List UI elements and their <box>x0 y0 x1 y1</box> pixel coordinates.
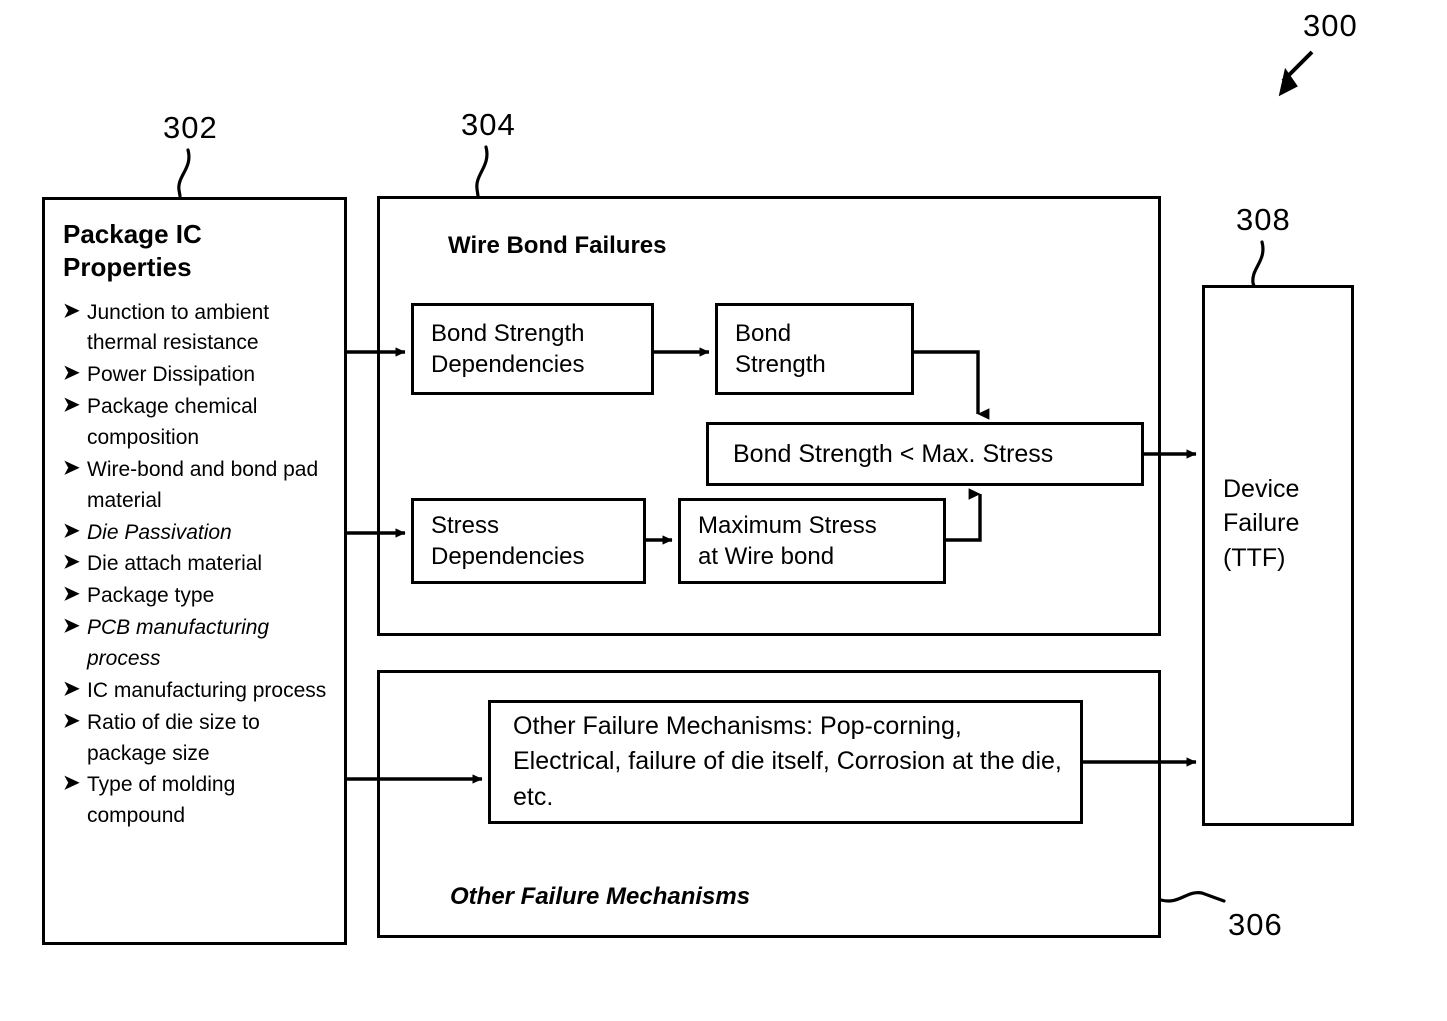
property-list-item-label: Power Dissipation <box>87 363 256 387</box>
bullet-arrow-icon: ➤ <box>63 709 80 732</box>
other-failure-mechanisms-label: Other Failure Mechanisms: Pop-corning, E… <box>513 711 1062 811</box>
bullet-arrow-icon: ➤ <box>63 551 80 574</box>
package-ic-properties-list: ➤ Junction to ambient thermal resistance ➤… <box>63 298 334 833</box>
property-list-item: ➤ Type of molding compound <box>63 770 334 832</box>
ref-number-300: 300 <box>1303 8 1358 43</box>
bond-strength-box: Bond Strength <box>715 303 914 395</box>
bullet-arrow-icon: ➤ <box>63 456 80 479</box>
other-failure-mechanisms-box: Other Failure Mechanisms: Pop-corning, E… <box>488 700 1083 824</box>
bullet-arrow-icon: ➤ <box>63 299 80 322</box>
leader-308 <box>1251 240 1265 288</box>
bond-strength-label: Bond Strength <box>735 319 826 378</box>
property-list-item-label: Wire-bond and bond pad material <box>87 457 319 512</box>
property-list-item: ➤ Package type <box>63 581 334 612</box>
comparator-label: Bond Strength < Max. Stress <box>733 439 1054 468</box>
figure-canvas: 300 302 304 306 308 Package IC Propertie… <box>0 0 1447 1021</box>
maximum-stress-label: Maximum Stress at Wire bond <box>698 511 877 570</box>
other-failure-mechanisms-title: Other Failure Mechanisms <box>450 883 751 910</box>
device-failure-box: Device Failure (TTF) <box>1202 285 1354 826</box>
property-list-item: ➤ Junction to ambient thermal resistance <box>63 298 334 360</box>
bullet-arrow-icon: ➤ <box>63 583 80 606</box>
property-list-item-label: Junction to ambient thermal resistance <box>87 300 270 355</box>
package-ic-properties-box: Package IC Properties ➤ Junction to ambie… <box>42 197 347 945</box>
bullet-arrow-icon: ➤ <box>63 519 80 542</box>
property-list-item-label: Package chemical composition <box>87 395 258 449</box>
package-ic-properties-title: Package IC Properties <box>63 219 202 283</box>
device-failure-label: Device Failure (TTF) <box>1223 474 1300 572</box>
stress-dependencies-box: Stress Dependencies <box>411 498 646 584</box>
property-list-item: ➤ IC manufacturing process <box>63 676 334 707</box>
property-list-item: ➤ Package chemical composition <box>63 392 334 454</box>
ref-number-304: 304 <box>461 107 516 142</box>
property-list-item-label: Die attach material <box>87 552 263 576</box>
bullet-arrow-icon: ➤ <box>63 677 80 700</box>
figure-pointer-arrow <box>1278 50 1314 97</box>
leader-304 <box>475 145 489 198</box>
ref-number-302: 302 <box>163 110 218 145</box>
property-list-item-label: Ratio of die size to package size <box>87 710 260 765</box>
leader-306 <box>1159 891 1226 903</box>
property-list-item-label: IC manufacturing process <box>87 678 327 702</box>
property-list-item: ➤ Wire-bond and bond pad material <box>63 455 334 517</box>
ref-number-306: 306 <box>1228 907 1283 942</box>
wire-bond-failures-title: Wire Bond Failures <box>448 232 667 259</box>
property-list-item-label: Die Passivation <box>87 520 232 544</box>
property-list-item: ➤ Die attach material <box>63 549 334 580</box>
property-list-item: ➤ PCB manufacturing process <box>63 613 334 675</box>
property-list-item-label: Package type <box>87 584 215 608</box>
property-list-item-label: Type of molding compound <box>87 773 236 828</box>
property-list-item: ➤ Die Passivation <box>63 518 334 549</box>
ref-number-308: 308 <box>1236 202 1291 237</box>
maximum-stress-at-wire-bond-box: Maximum Stress at Wire bond <box>678 498 946 584</box>
leader-302 <box>177 148 191 198</box>
property-list-item-label: PCB manufacturing process <box>87 616 270 670</box>
bond-strength-dependencies-label: Bond Strength Dependencies <box>431 319 585 378</box>
bullet-arrow-icon: ➤ <box>63 394 80 417</box>
property-list-item: ➤ Ratio of die size to package size <box>63 708 334 770</box>
bullet-arrow-icon: ➤ <box>63 615 80 638</box>
bullet-arrow-icon: ➤ <box>63 362 80 385</box>
stress-dependencies-label: Stress Dependencies <box>431 511 585 570</box>
bond-strength-less-than-max-stress-box: Bond Strength < Max. Stress <box>706 422 1144 486</box>
bond-strength-dependencies-box: Bond Strength Dependencies <box>411 303 654 395</box>
bullet-arrow-icon: ➤ <box>63 772 80 795</box>
property-list-item: ➤ Power Dissipation <box>63 360 334 391</box>
